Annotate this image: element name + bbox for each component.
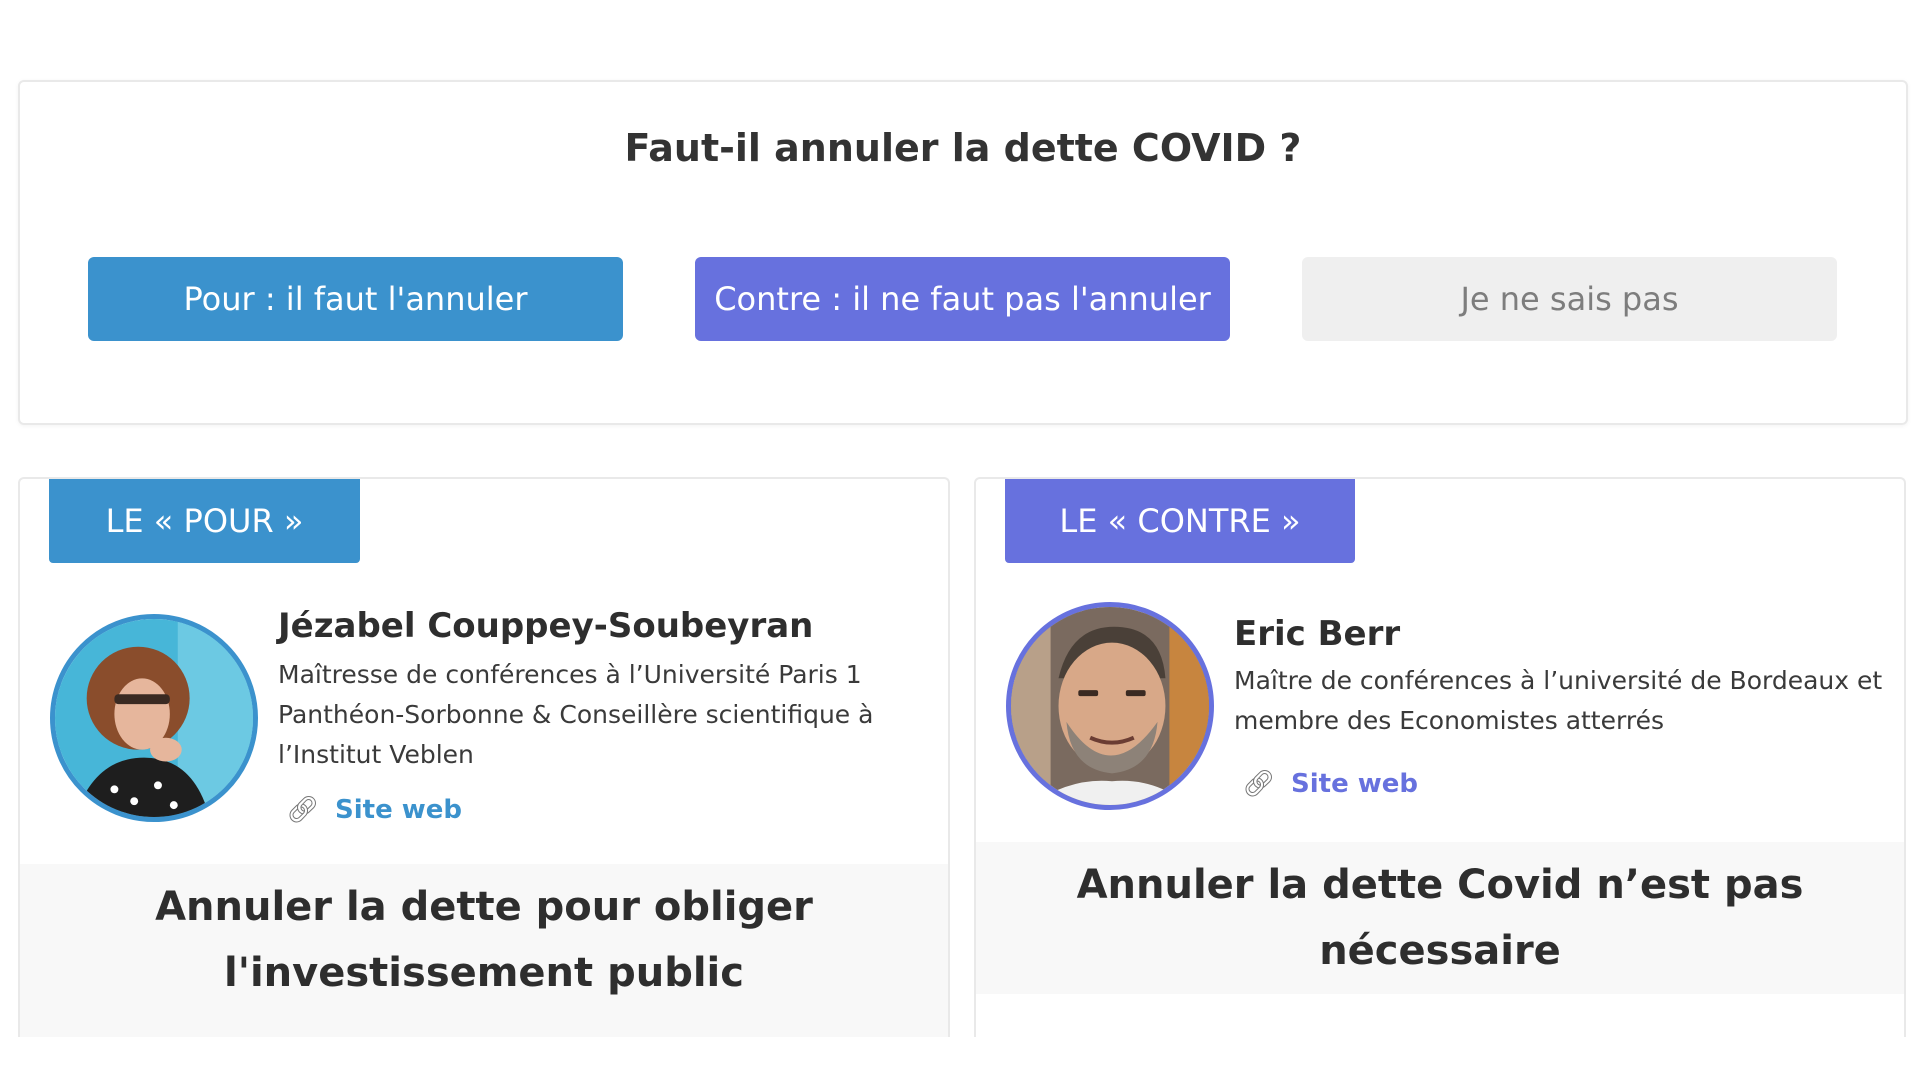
contre-thesis: Annuler la dette Covid n’est pas nécessa… (976, 842, 1904, 994)
pour-thesis: Annuler la dette pour obliger l'investis… (20, 864, 948, 1037)
link-icon: 🔗︎ (1242, 769, 1276, 799)
contre-tab-label: LE « CONTRE » (1005, 479, 1355, 563)
pour-person-name: Jézabel Couppey-Soubeyran (278, 606, 814, 646)
contre-person-name: Eric Berr (1234, 614, 1401, 654)
contre-website-link[interactable]: 🔗︎ Site web (1242, 769, 1418, 799)
vote-pour-button[interactable]: Pour : il faut l'annuler (88, 257, 623, 341)
vote-dont-know-button[interactable]: Je ne sais pas (1302, 257, 1837, 341)
vote-contre-button[interactable]: Contre : il ne faut pas l'annuler (695, 257, 1230, 341)
contre-avatar (1006, 602, 1214, 810)
pour-person-description: Maîtresse de conférences à l’Université … (278, 660, 874, 769)
link-icon: 🔗︎ (286, 795, 320, 825)
pour-card: LE « POUR » Jézabel Couppey-Soubeyran Ma… (18, 477, 950, 1037)
poll-card: Faut-il annuler la dette COVID ? Pour : … (18, 80, 1908, 425)
contre-person-description: Maître de conférences à l’université de … (1234, 666, 1883, 735)
poll-question: Faut-il annuler la dette COVID ? (624, 126, 1302, 170)
pour-website-label: Site web (335, 795, 463, 825)
contre-website-label: Site web (1291, 769, 1419, 799)
pour-website-link[interactable]: 🔗︎ Site web (286, 795, 462, 825)
pour-avatar (50, 614, 258, 822)
pour-tab-label: LE « POUR » (49, 479, 360, 563)
contre-card: LE « CONTRE » Eric Berr Maître de confér… (974, 477, 1906, 1037)
